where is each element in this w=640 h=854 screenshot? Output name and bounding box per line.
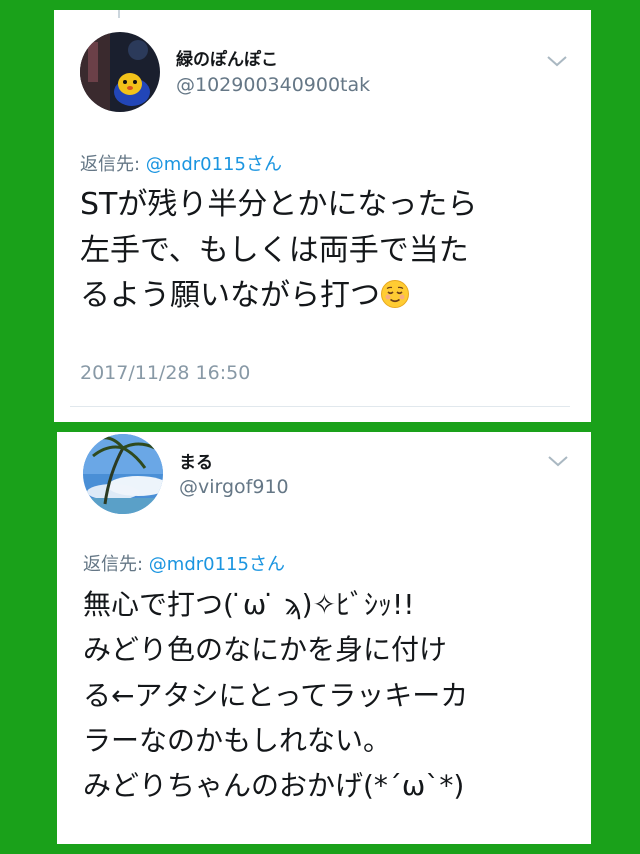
avatar[interactable] [83,434,163,514]
display-name[interactable]: 緑のぽんぽこ [176,45,278,70]
mascot-avatar-image [80,32,160,112]
tweet-line: 左手で、もしくは両手で当た [80,232,469,268]
palm-tree-beach-avatar-image [83,434,163,514]
tweet-line: みどり色のなにかを身に付け [83,633,448,667]
thread-line [118,10,120,18]
chevron-down-icon[interactable] [547,454,569,468]
relieved-face-emoji-icon [381,280,409,309]
user-handle[interactable]: @virgof910 [179,476,289,498]
tweet-line: 無心で打つ( ̇ω ̇ ϡ)✧ﾋﾞｼｯ!! [83,588,415,621]
reply-mention-link[interactable]: @mdr0115さん [146,154,282,175]
tweet-line: ラーなのかもしれない。 [83,724,392,758]
tweet-card-1: 緑のぽんぽこ @102900340900tak 返信先: @mdr0115さん … [54,10,591,422]
display-name[interactable]: まる [179,448,213,473]
reply-context: 返信先: @mdr0115さん [80,150,282,176]
tweet-timestamp[interactable]: 2017/11/28 16:50 [80,362,250,384]
user-handle[interactable]: @102900340900tak [176,74,370,96]
reply-prefix: 返信先: [83,554,149,575]
tweet-line: STが残り半分とかになったら [80,187,478,222]
tweet-line: みどりちゃんのおかげ(*´ω`*) [83,769,465,803]
tweet-text: STが残り半分とかになったら 左手で、もしくは両手で当た るよう願いながら打つ [80,182,477,319]
tweet-line: る←アタシにとってラッキーカ [83,678,469,712]
tweet-text: 無心で打つ( ̇ω ̇ ϡ)✧ﾋﾞｼｯ!! みどり色のなにかを身に付け る←アタ… [83,582,468,809]
reply-context: 返信先: @mdr0115さん [83,550,285,576]
chevron-down-icon[interactable] [546,54,568,68]
avatar[interactable] [80,32,160,112]
divider [70,406,570,407]
reply-prefix: 返信先: [80,154,146,175]
tweet-line: るよう願いながら打つ [80,273,477,319]
reply-mention-link[interactable]: @mdr0115さん [149,554,285,575]
tweet-card-2: まる @virgof910 返信先: @mdr0115さん 無心で打つ( ̇ω … [57,432,591,844]
